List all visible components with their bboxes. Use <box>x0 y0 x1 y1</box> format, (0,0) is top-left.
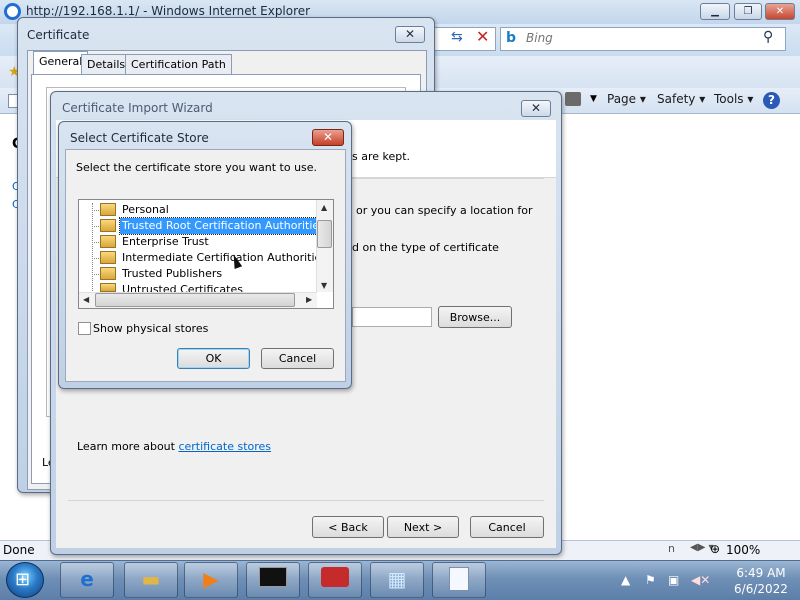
zoom-icon[interactable]: ⊕ <box>710 542 720 556</box>
tree-guide-line <box>92 203 93 293</box>
safety-menu[interactable]: Safety ▾ <box>657 92 705 106</box>
folder-icon <box>100 203 116 216</box>
tree-branch <box>92 242 99 243</box>
internet-explorer-icon: e <box>80 567 94 591</box>
zoom-level[interactable]: 100% <box>726 543 760 557</box>
folder-icon: ▬ <box>141 567 161 591</box>
wizard-close-button[interactable]: ✕ <box>521 100 551 117</box>
search-input[interactable] <box>524 28 754 48</box>
certificate-stores-link[interactable]: certificate stores <box>178 440 271 453</box>
next-button[interactable]: Next > <box>387 516 459 538</box>
windows-flag-icon: ⊞ <box>15 569 31 590</box>
scroll-down-icon[interactable]: ▼ <box>321 281 327 290</box>
tree-item-personal[interactable]: Personal <box>120 202 171 218</box>
volume-muted-icon[interactable]: ◀✕ <box>691 573 710 587</box>
tree-branch <box>92 258 99 259</box>
select-store-prompt: Select the certificate store you want to… <box>76 161 318 174</box>
horizontal-scroll-thumb[interactable] <box>95 293 295 307</box>
tray-show-hidden-icon[interactable]: ▲ <box>621 573 630 587</box>
wizard-footer-divider <box>68 500 544 501</box>
folder-icon <box>100 235 116 248</box>
protected-mode-icon: n <box>668 542 675 555</box>
tree-item-trusted-root[interactable]: Trusted Root Certification Authorities <box>119 217 328 235</box>
wizard-text-line: or you can specify a location for <box>356 204 533 217</box>
store-path-field[interactable] <box>352 307 432 327</box>
network-tray-icon[interactable]: ▣ <box>668 573 679 587</box>
bing-icon: b <box>506 30 517 46</box>
select-store-title: Select Certificate Store <box>70 131 209 145</box>
refresh-icon[interactable]: ⇆ <box>451 29 463 45</box>
import-wizard-title: Certificate Import Wizard <box>62 101 213 115</box>
tab-certification-path[interactable]: Certification Path <box>125 54 232 74</box>
wizard-text-line: s are kept. <box>352 150 411 163</box>
scroll-right-icon[interactable]: ▶ <box>306 295 312 304</box>
tree-branch <box>92 226 99 227</box>
tree-item-intermediate[interactable]: Intermediate Certification Authorities <box>120 250 329 266</box>
document-icon <box>432 567 486 596</box>
tree-item-untrusted[interactable]: Untrusted Certificates <box>120 282 245 292</box>
ok-button[interactable]: OK <box>177 348 250 369</box>
print-icon[interactable] <box>565 92 581 106</box>
toolbox-icon <box>308 567 362 592</box>
tree-item-trusted-publishers[interactable]: Trusted Publishers <box>120 266 224 282</box>
tree-item-enterprise-trust[interactable]: Enterprise Trust <box>120 234 211 250</box>
cancel-button[interactable]: Cancel <box>261 348 334 369</box>
learn-more-prefix: Learn more about <box>77 440 179 453</box>
stop-icon[interactable]: ✕ <box>476 27 489 46</box>
tools-menu[interactable]: Tools ▾ <box>714 92 753 106</box>
media-player-icon: ▶ <box>203 567 219 591</box>
tree-branch <box>92 210 99 211</box>
command-prompt-icon <box>246 567 300 592</box>
show-physical-stores-label: Show physical stores <box>93 322 209 335</box>
certificate-close-button[interactable]: ✕ <box>395 26 425 43</box>
close-window-button[interactable]: ✕ <box>765 3 795 20</box>
tab-details[interactable]: Details <box>81 54 132 74</box>
select-store-close-button[interactable]: ✕ <box>312 129 344 146</box>
back-button[interactable]: < Back <box>312 516 384 538</box>
scroll-left-icon[interactable]: ◀ <box>83 295 89 304</box>
action-center-flag-icon[interactable]: ⚑ <box>645 573 656 587</box>
clock-date[interactable]: 6/6/2022 <box>726 582 796 596</box>
status-text: Done <box>3 543 35 557</box>
certificate-dialog-title: Certificate <box>27 28 90 42</box>
clock-time[interactable]: 6:49 AM <box>726 566 796 580</box>
tree-branch <box>92 274 99 275</box>
help-icon[interactable]: ? <box>763 92 780 109</box>
search-icon[interactable]: ⚲ <box>763 29 773 45</box>
network-icon: ▦ <box>387 567 407 591</box>
show-physical-stores-checkbox[interactable] <box>78 322 91 335</box>
wizard-text-line: d on the type of certificate <box>352 241 499 254</box>
scroll-up-icon[interactable]: ▲ <box>321 203 327 212</box>
maximize-button[interactable]: ❐ <box>734 3 762 20</box>
minimize-button[interactable]: ▁ <box>700 3 730 20</box>
print-dropdown-icon[interactable]: ▼ <box>590 94 597 104</box>
ie-window-title: http://192.168.1.1/ - Windows Internet E… <box>26 4 311 18</box>
folder-icon <box>100 251 116 264</box>
learn-more-text: Learn more about certificate stores <box>77 440 271 453</box>
folder-icon <box>100 219 116 232</box>
vertical-scroll-thumb[interactable] <box>317 220 332 248</box>
wizard-cancel-button[interactable]: Cancel <box>470 516 544 538</box>
folder-icon <box>100 283 116 292</box>
folder-icon <box>100 267 116 280</box>
browse-button[interactable]: Browse... <box>438 306 512 328</box>
page-menu[interactable]: Page ▾ <box>607 92 646 106</box>
